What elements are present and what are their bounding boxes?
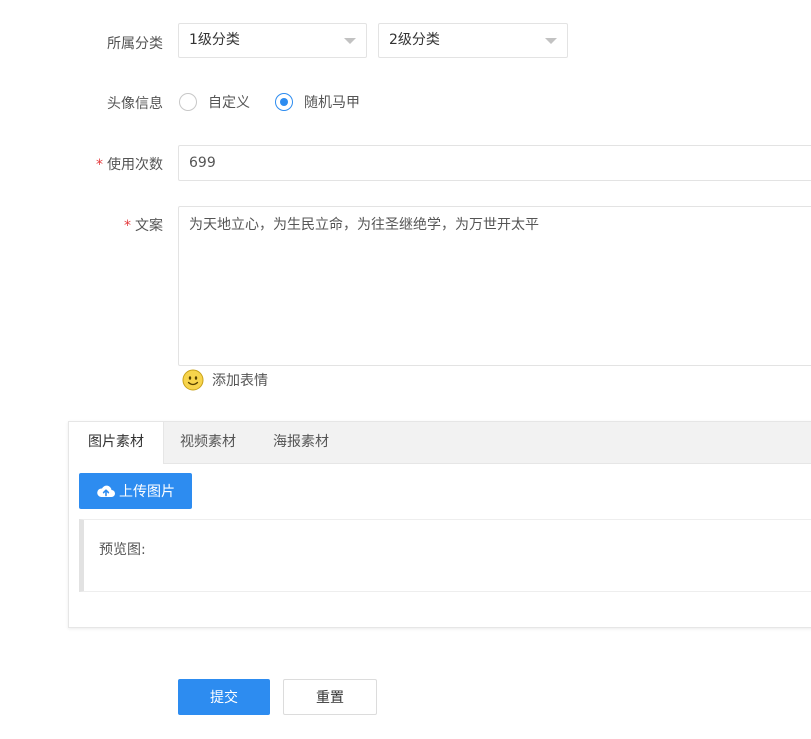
reset-button[interactable]: 重置 <box>283 679 377 715</box>
media-tabs-panel: 图片素材 视频素材 海报素材 上传图片 预览图: <box>68 421 811 628</box>
avatar-radio-custom-label: 自定义 <box>208 95 250 111</box>
media-tab-bar: 图片素材 视频素材 海报素材 <box>69 422 811 464</box>
avatar-label: 头像信息 <box>107 96 163 112</box>
avatar-radio-custom[interactable]: 自定义 <box>179 92 250 112</box>
upload-image-button[interactable]: 上传图片 <box>79 473 192 509</box>
tab-poster-material[interactable]: 海报素材 <box>259 422 343 463</box>
chevron-down-icon <box>344 38 356 44</box>
smiley-icon <box>182 369 204 391</box>
copy-text-textarea[interactable]: 为天地立心，为生民立命，为往圣继绝学，为万世开太平 <box>178 206 811 366</box>
tab-image-material[interactable]: 图片素材 <box>69 422 164 464</box>
usage-count-value: 699 <box>189 155 216 171</box>
copy-text-value: 为天地立心，为生民立命，为往圣继绝学，为万世开太平 <box>189 217 539 233</box>
add-emoji-link[interactable]: 添加表情 <box>182 369 268 391</box>
cloud-upload-icon <box>97 485 115 497</box>
usage-count-label: * 使用次数 <box>0 154 163 174</box>
category-level1-value: 1级分类 <box>189 32 240 48</box>
chevron-down-icon <box>545 38 557 44</box>
usage-count-label-text: 使用次数 <box>107 157 163 173</box>
required-mark: * <box>96 157 103 173</box>
category-label: 所属分类 <box>107 36 163 52</box>
preview-area: 预览图: <box>79 519 811 592</box>
required-mark: * <box>124 218 131 234</box>
category-level2-select[interactable]: 2级分类 <box>378 23 568 58</box>
upload-image-label: 上传图片 <box>119 484 175 500</box>
radio-checked-icon <box>275 93 293 111</box>
tab-video-material[interactable]: 视频素材 <box>163 422 253 463</box>
add-emoji-label: 添加表情 <box>212 373 268 389</box>
avatar-radio-random[interactable]: 随机马甲 <box>275 92 360 112</box>
radio-unchecked-icon <box>179 93 197 111</box>
submit-button[interactable]: 提交 <box>178 679 270 715</box>
copy-text-label: * 文案 <box>0 215 163 235</box>
preview-label: 预览图: <box>99 542 146 558</box>
usage-count-input[interactable]: 699 <box>178 145 811 181</box>
avatar-radio-random-label: 随机马甲 <box>304 95 360 111</box>
category-level1-select[interactable]: 1级分类 <box>178 23 367 58</box>
copy-text-label-text: 文案 <box>135 218 163 234</box>
category-level2-value: 2级分类 <box>389 32 440 48</box>
